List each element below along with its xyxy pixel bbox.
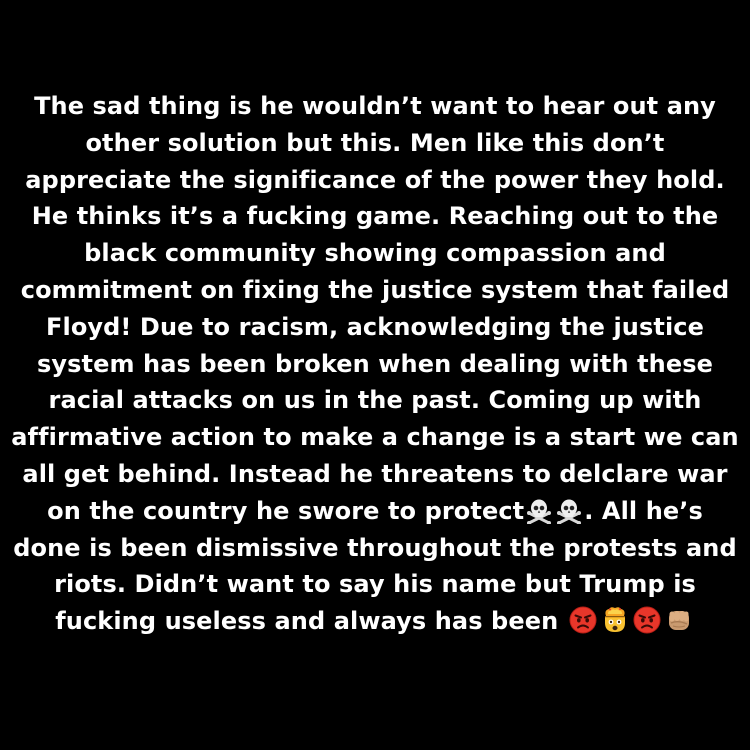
pouting-face-icon bbox=[569, 606, 597, 634]
text-line-12-end: . All he’s bbox=[584, 496, 703, 525]
fist-icon bbox=[665, 606, 693, 634]
text-line-15-text: fucking useless and always has been bbox=[55, 607, 559, 636]
text-line-5: black community showing compassion and bbox=[84, 239, 666, 268]
text-line-14: riots. Didn’t want to say his name but T… bbox=[54, 570, 696, 599]
text-line-12-start: on the country he swore to protect bbox=[47, 496, 525, 525]
text-line-6: commitment on fixing the justice system … bbox=[20, 275, 730, 304]
text-line-15: fucking useless and always has been bbox=[0, 603, 750, 640]
exploding-head-icon bbox=[601, 606, 629, 634]
text-line-8: system has been broken when dealing with… bbox=[37, 349, 713, 378]
text-line-2: other solution but this. Men like this d… bbox=[85, 128, 665, 157]
text-line-10: affirmative action to make a change is a… bbox=[11, 423, 739, 452]
text-line-4: He thinks it’s a fucking game. Reaching … bbox=[31, 202, 719, 231]
story-text-block: The sad thing is he wouldn’t want to hea… bbox=[0, 88, 750, 640]
text-line-11: all get behind. Instead he threatens to … bbox=[22, 459, 728, 488]
story-canvas: The sad thing is he wouldn’t want to hea… bbox=[0, 0, 750, 750]
text-line-9: racial attacks on us in the past. Coming… bbox=[48, 386, 702, 415]
skull-crossbones-icon bbox=[556, 498, 582, 524]
text-line-3: appreciate the significance of the power… bbox=[25, 165, 725, 194]
text-line-13: done is been dismissive throughout the p… bbox=[13, 533, 737, 562]
skull-crossbones-icon bbox=[526, 498, 552, 524]
text-line-12: on the country he swore to protect . All… bbox=[0, 493, 750, 530]
pouting-face-icon bbox=[633, 606, 661, 634]
text-line-1: The sad thing is he wouldn’t want to hea… bbox=[34, 92, 716, 120]
text-line-7: Floyd! Due to racism, acknowledging the … bbox=[46, 312, 704, 341]
